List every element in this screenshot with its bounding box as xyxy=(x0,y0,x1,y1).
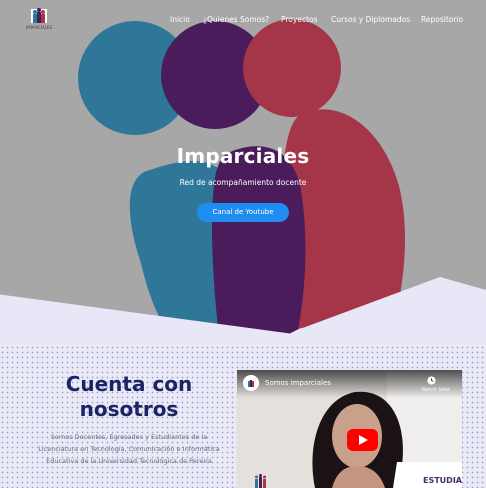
youtube-play-icon[interactable] xyxy=(347,429,378,451)
clock-icon[interactable] xyxy=(427,376,436,385)
hero-title: Imparciales xyxy=(176,144,310,168)
hero-subtitle: Red de acompañamiento docente xyxy=(179,178,307,187)
nav-item-inicio[interactable]: Inicio xyxy=(170,15,190,24)
video-title[interactable]: Somos imparciales xyxy=(265,379,331,387)
hero-bottom-wedge xyxy=(0,277,486,345)
channel-avatar-icon[interactable] xyxy=(243,375,259,391)
watch-later-label[interactable]: Watch later xyxy=(421,387,450,393)
video-corner-logo xyxy=(255,474,266,488)
section-title: Cuenta con nosotros xyxy=(24,372,234,422)
nav-item-repositorio[interactable]: Repositorio xyxy=(421,15,463,24)
main-navigation: Inicio ¿Quienes Somos? Proyectos Cursos … xyxy=(0,15,486,27)
nav-item-cursos-diplomados[interactable]: Cursos y Diplomados xyxy=(331,15,410,24)
youtube-video-embed[interactable]: Somos imparciales Watch later ESTUDIAN xyxy=(237,370,462,488)
nav-item-proyectos[interactable]: Proyectos xyxy=(281,15,318,24)
section-title-line2: nosotros xyxy=(79,397,179,421)
about-block: Cuenta con nosotros Somos Docentes, Egre… xyxy=(24,372,234,467)
nav-item-quienes-somos[interactable]: ¿Quienes Somos? xyxy=(203,15,269,24)
youtube-channel-button[interactable]: Canal de Youtube xyxy=(197,203,289,222)
section-title-line1: Cuenta con xyxy=(65,372,193,396)
hero-section: IMPARCIALES Inicio ¿Quienes Somos? Proye… xyxy=(0,0,486,345)
video-banner-text: ESTUDIAN xyxy=(423,476,462,485)
section-description: Somos Docentes, Egresados y Estudiantes … xyxy=(38,433,220,465)
